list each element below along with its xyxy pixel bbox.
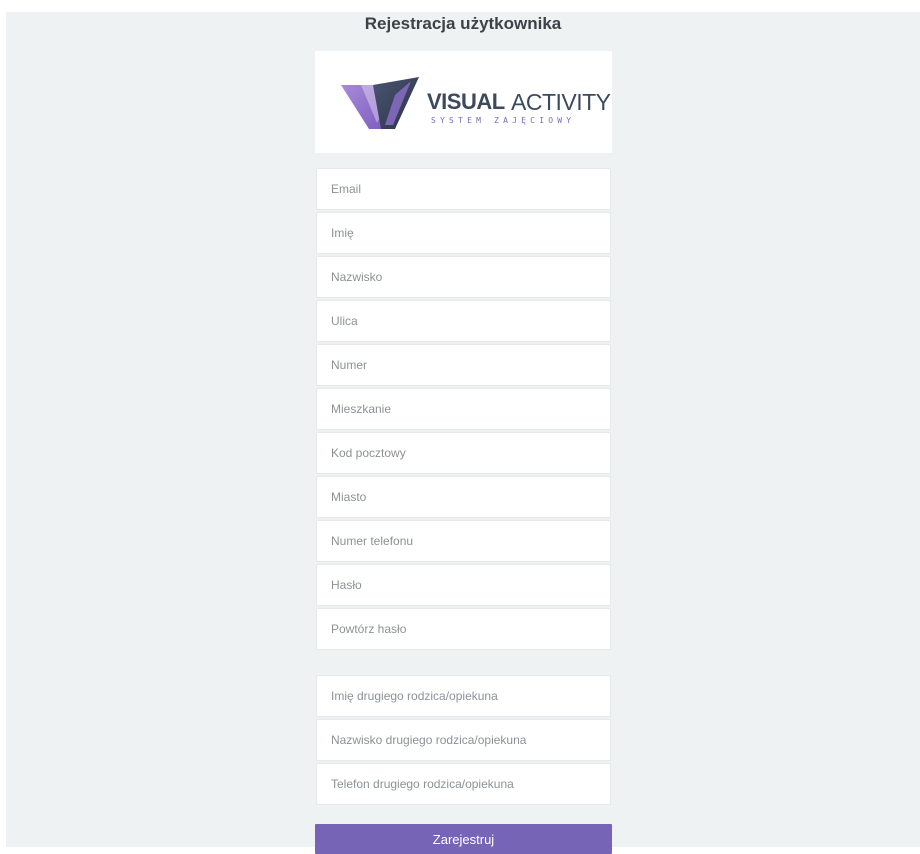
email-field[interactable] [316,168,611,210]
password-field[interactable] [316,564,611,606]
logo-text-activity: ACTIVITY [511,89,611,115]
postal-code-field[interactable] [316,432,611,474]
repeat-password-field[interactable] [316,608,611,650]
logo-text-visual: VISUAL [427,89,505,114]
logo: VISUAL ACTIVITY SYSTEM ZAJĘCIOWY [315,51,612,153]
street-field[interactable] [316,300,611,342]
city-field[interactable] [316,476,611,518]
second-parent-form [316,675,611,807]
last-name-field[interactable] [316,256,611,298]
second-parent-phone-field[interactable] [316,763,611,805]
logo-tagline: SYSTEM ZAJĘCIOWY [431,116,576,125]
register-button[interactable]: Zarejestruj [315,824,612,854]
apartment-field[interactable] [316,388,611,430]
first-name-field[interactable] [316,212,611,254]
page-title: Rejestracja użytkownika [364,14,562,33]
phone-field[interactable] [316,520,611,562]
house-number-field[interactable] [316,344,611,386]
registration-form [316,168,611,652]
second-parent-first-name-field[interactable] [316,675,611,717]
second-parent-last-name-field[interactable] [316,719,611,761]
